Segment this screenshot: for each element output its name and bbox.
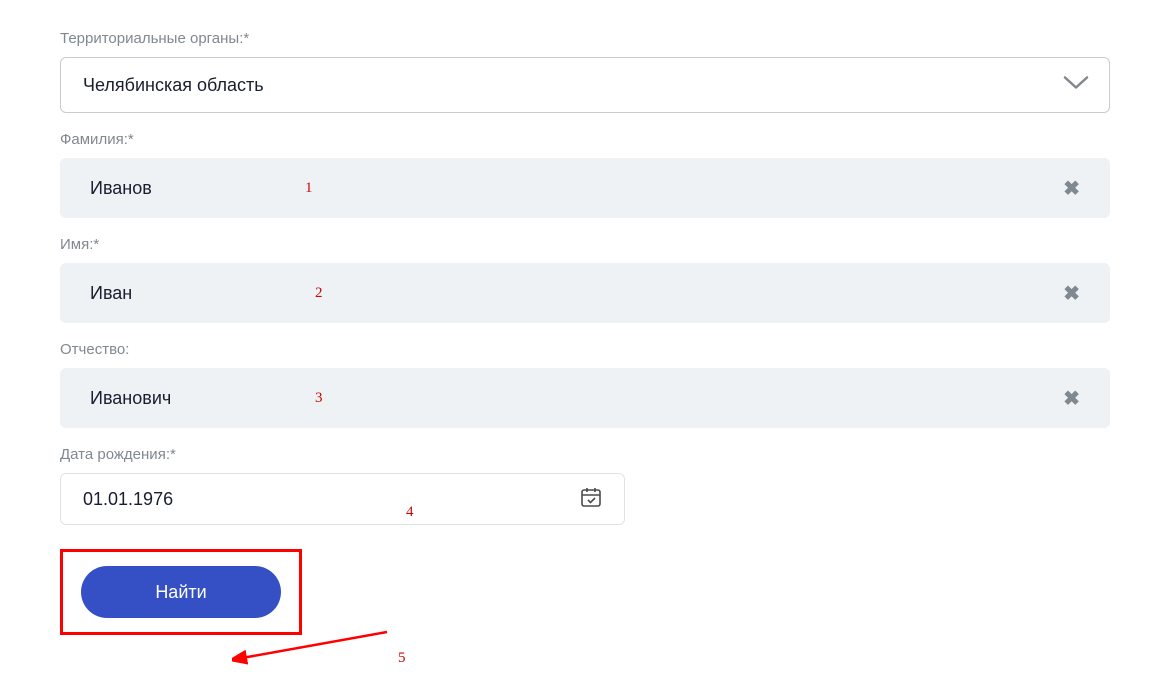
- calendar-icon[interactable]: [580, 486, 602, 513]
- firstname-input[interactable]: Иван 2 ✖: [60, 263, 1110, 323]
- territory-select[interactable]: Челябинская область: [60, 57, 1110, 113]
- firstname-label: Имя:*: [60, 236, 1110, 253]
- lastname-label: Фамилия:*: [60, 131, 1110, 148]
- patronymic-value: Иванович: [90, 388, 1063, 409]
- submit-highlight-box: Найти: [60, 549, 302, 635]
- patronymic-label: Отчество:: [60, 341, 1110, 358]
- firstname-value: Иван: [90, 283, 1063, 304]
- chevron-down-icon: [1063, 75, 1089, 96]
- clear-lastname-icon[interactable]: ✖: [1063, 176, 1080, 201]
- lastname-value: Иванов: [90, 178, 1063, 199]
- lastname-input[interactable]: Иванов 1 ✖: [60, 158, 1110, 218]
- search-button[interactable]: Найти: [81, 566, 281, 618]
- clear-firstname-icon[interactable]: ✖: [1063, 281, 1080, 306]
- patronymic-input[interactable]: Иванович 3 ✖: [60, 368, 1110, 428]
- birthdate-input[interactable]: 01.01.1976 4: [60, 473, 625, 525]
- territory-value: Челябинская область: [83, 75, 264, 96]
- birthdate-value: 01.01.1976: [83, 489, 580, 510]
- clear-patronymic-icon[interactable]: ✖: [1063, 386, 1080, 411]
- territory-label: Территориальные органы:*: [60, 30, 1110, 47]
- annotation-5: 5: [398, 650, 406, 667]
- birthdate-label: Дата рождения:*: [60, 446, 1110, 463]
